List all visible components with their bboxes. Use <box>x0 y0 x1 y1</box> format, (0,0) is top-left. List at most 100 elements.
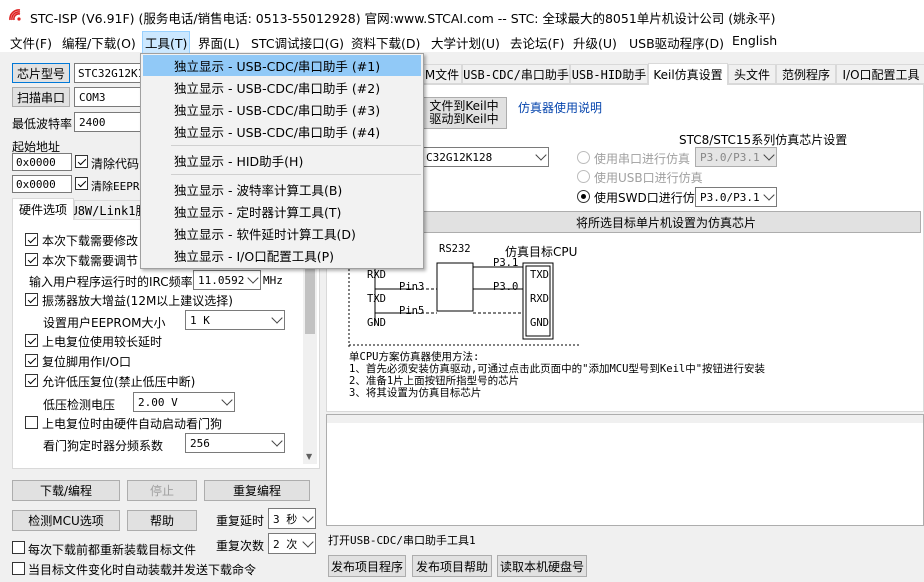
tab-header-file[interactable]: 头文件 <box>728 64 776 84</box>
diagram-p30: P3.0 <box>493 281 519 293</box>
output-log-top-strip <box>327 415 923 423</box>
set-target-chip-button[interactable]: 将所选目标单片机设置为仿真芯片 <box>411 211 921 233</box>
menu-upgrade[interactable]: 升级(U) <box>571 33 619 52</box>
clear-code-checkbox[interactable] <box>75 155 88 168</box>
menu-usb-cdc-3[interactable]: 独立显示 - USB-CDC/串口助手 (#3) <box>143 99 421 120</box>
wdt-auto-checkbox[interactable] <box>25 416 38 429</box>
uart-pin-select[interactable]: P3.0/P3.1 <box>695 147 777 167</box>
com-port-select[interactable]: COM3 <box>74 87 144 107</box>
menu-io-config[interactable]: 独立显示 - I/O口配置工具(P) <box>143 245 421 266</box>
menu-debug-interface[interactable]: STC调试接口(G) <box>249 33 346 52</box>
clear-code-label: 清除代码 <box>91 157 140 171</box>
tab-usb-cdc[interactable]: USB-CDC/串口助手 <box>462 64 570 84</box>
repeat-delay-value: 3 秒 <box>273 512 298 526</box>
menu-delay-calc[interactable]: 独立显示 - 软件延时计算工具(D) <box>143 223 421 244</box>
osc-gain-label: 振荡器放大增益(12M以上建议选择) <box>42 294 233 308</box>
swd-pin-select[interactable]: P3.0/P3.1 <box>695 187 777 207</box>
menu-usb-driver[interactable]: USB驱动程序(D) <box>627 33 726 52</box>
reload-each-checkbox[interactable] <box>12 541 25 554</box>
clear-eeprom-checkbox[interactable] <box>75 177 88 190</box>
eeprom-size-select[interactable]: 1 K <box>185 310 285 330</box>
download-program-button[interactable]: 下载/编程 <box>12 480 120 501</box>
wdt-prescaler-select[interactable]: 256 <box>185 433 285 453</box>
menu-english[interactable]: English <box>730 33 779 48</box>
tab-usb-hid[interactable]: USB-HID助手 <box>570 64 648 84</box>
repeat-count-select[interactable]: 2 次 <box>268 533 316 554</box>
emulator-help-link[interactable]: 仿真器使用说明 <box>518 99 602 116</box>
low-voltage-select[interactable]: 2.00 V <box>133 392 235 412</box>
eeprom-address-field[interactable]: 0x0000 <box>12 175 72 193</box>
start-address-field[interactable]: 0x0000 <box>12 153 72 171</box>
radio-swd-emulation[interactable] <box>577 190 590 203</box>
chevron-down-icon <box>763 189 775 201</box>
diagram-txd-right: TXD <box>530 269 549 281</box>
tab-io-config[interactable]: I/O口配置工具 <box>836 64 924 84</box>
option-adjust-checkbox[interactable] <box>25 253 38 266</box>
uart-pin-value: P3.0/P3.1 <box>700 150 760 164</box>
detect-mcu-button[interactable]: 检测MCU选项 <box>12 510 120 531</box>
repeat-count-label: 重复次数 <box>216 539 265 553</box>
menu-interface[interactable]: 界面(L) <box>196 33 242 52</box>
tools-menu-dropdown: 独立显示 - USB-CDC/串口助手 (#1) 独立显示 - USB-CDC/… <box>140 53 424 269</box>
scroll-down-icon[interactable]: ▼ <box>306 452 312 461</box>
irc-frequency-select[interactable]: 11.0592 <box>193 270 261 290</box>
publish-help-button[interactable]: 发布项目帮助 <box>412 555 492 577</box>
publish-project-button[interactable]: 发布项目程序 <box>328 555 406 577</box>
menu-file[interactable]: 文件(F) <box>8 33 54 52</box>
min-baud-value: 2400 <box>79 115 106 129</box>
reload-each-label: 每次下载前都重新装载目标文件 <box>28 543 197 557</box>
diagram-rxd-left: RXD <box>367 269 386 281</box>
chevron-down-icon <box>302 535 314 548</box>
menu-hid-helper[interactable]: 独立显示 - HID助手(H) <box>143 150 421 171</box>
eeprom-size-label: 设置用户EEPROM大小 <box>43 316 166 330</box>
menu-usb-cdc-2[interactable]: 独立显示 - USB-CDC/串口助手 (#2) <box>143 77 421 98</box>
menu-separator <box>171 145 421 146</box>
menu-separator <box>171 174 421 175</box>
min-baud-label: 最低波特率 <box>12 117 73 131</box>
tab-keil-emulation[interactable]: Keil仿真设置 <box>648 63 728 85</box>
menu-timer-calc[interactable]: 独立显示 - 定时器计算工具(T) <box>143 201 421 222</box>
min-baud-select[interactable]: 2400 <box>74 112 144 132</box>
lvr-checkbox[interactable] <box>25 374 38 387</box>
emulation-chip-select[interactable]: C32G12K128 <box>421 147 549 167</box>
stop-button[interactable]: 停止 <box>127 480 197 501</box>
diagram-rs232: RS232 <box>439 243 471 255</box>
poweron-delay-checkbox[interactable] <box>25 334 38 347</box>
output-log[interactable] <box>326 414 924 526</box>
menu-forum[interactable]: 去论坛(F) <box>508 33 566 52</box>
menu-bar: 文件(F) 编程/下载(O) 工具(T) 界面(L) STC调试接口(G) 资料… <box>0 30 924 54</box>
chip-model-button[interactable]: 芯片型号 <box>12 63 70 83</box>
tab-m-file[interactable]: M文件 <box>422 64 462 84</box>
radio-usb-emulation[interactable] <box>577 170 590 183</box>
add-to-keil-button[interactable]: 文件到Keil中 驱动到Keil中 <box>421 97 507 129</box>
tab-u8w-link1[interactable]: U8W/Link1脱 <box>70 200 148 220</box>
tab-hardware-options[interactable]: 硬件选项 <box>12 198 74 220</box>
menu-usb-cdc-1[interactable]: 独立显示 - USB-CDC/串口助手 (#1) <box>143 55 421 76</box>
scan-port-button[interactable]: 扫描串口 <box>12 87 70 107</box>
menu-program-download[interactable]: 编程/下载(O) <box>60 33 138 52</box>
read-disk-id-button[interactable]: 读取本机硬盘号 <box>497 555 587 577</box>
menu-usb-cdc-4[interactable]: 独立显示 - USB-CDC/串口助手 (#4) <box>143 121 421 142</box>
chevron-down-icon <box>247 272 259 284</box>
help-button[interactable]: 帮助 <box>127 510 197 531</box>
chevron-down-icon <box>271 435 283 447</box>
instruction-line-0: 单CPU方案仿真器使用方法: <box>349 351 480 363</box>
low-voltage-value: 2.00 V <box>138 395 178 409</box>
auto-send-checkbox[interactable] <box>12 562 25 575</box>
repeat-delay-select[interactable]: 3 秒 <box>268 508 316 529</box>
option-modify-checkbox[interactable] <box>25 233 38 246</box>
menu-tools[interactable]: 工具(T) <box>142 31 191 54</box>
series-settings-label: STC8/STC15系列仿真芯片设置 <box>679 133 848 147</box>
osc-gain-checkbox[interactable] <box>25 293 38 306</box>
chip-model-field[interactable]: STC32G12K1 <box>74 63 144 83</box>
menu-baud-calc[interactable]: 独立显示 - 波特率计算工具(B) <box>143 179 421 200</box>
tab-examples[interactable]: 范例程序 <box>776 64 836 84</box>
radio-uart-emulation[interactable] <box>577 151 590 164</box>
menu-datasheets[interactable]: 资料下载(D) <box>349 33 422 52</box>
repeat-program-button[interactable]: 重复编程 <box>204 480 310 501</box>
chevron-down-icon <box>221 394 233 406</box>
reset-io-checkbox[interactable] <box>25 354 38 367</box>
menu-university[interactable]: 大学计划(U) <box>429 33 502 52</box>
irc-unit: MHz <box>263 274 283 287</box>
chevron-down-icon <box>271 312 283 324</box>
